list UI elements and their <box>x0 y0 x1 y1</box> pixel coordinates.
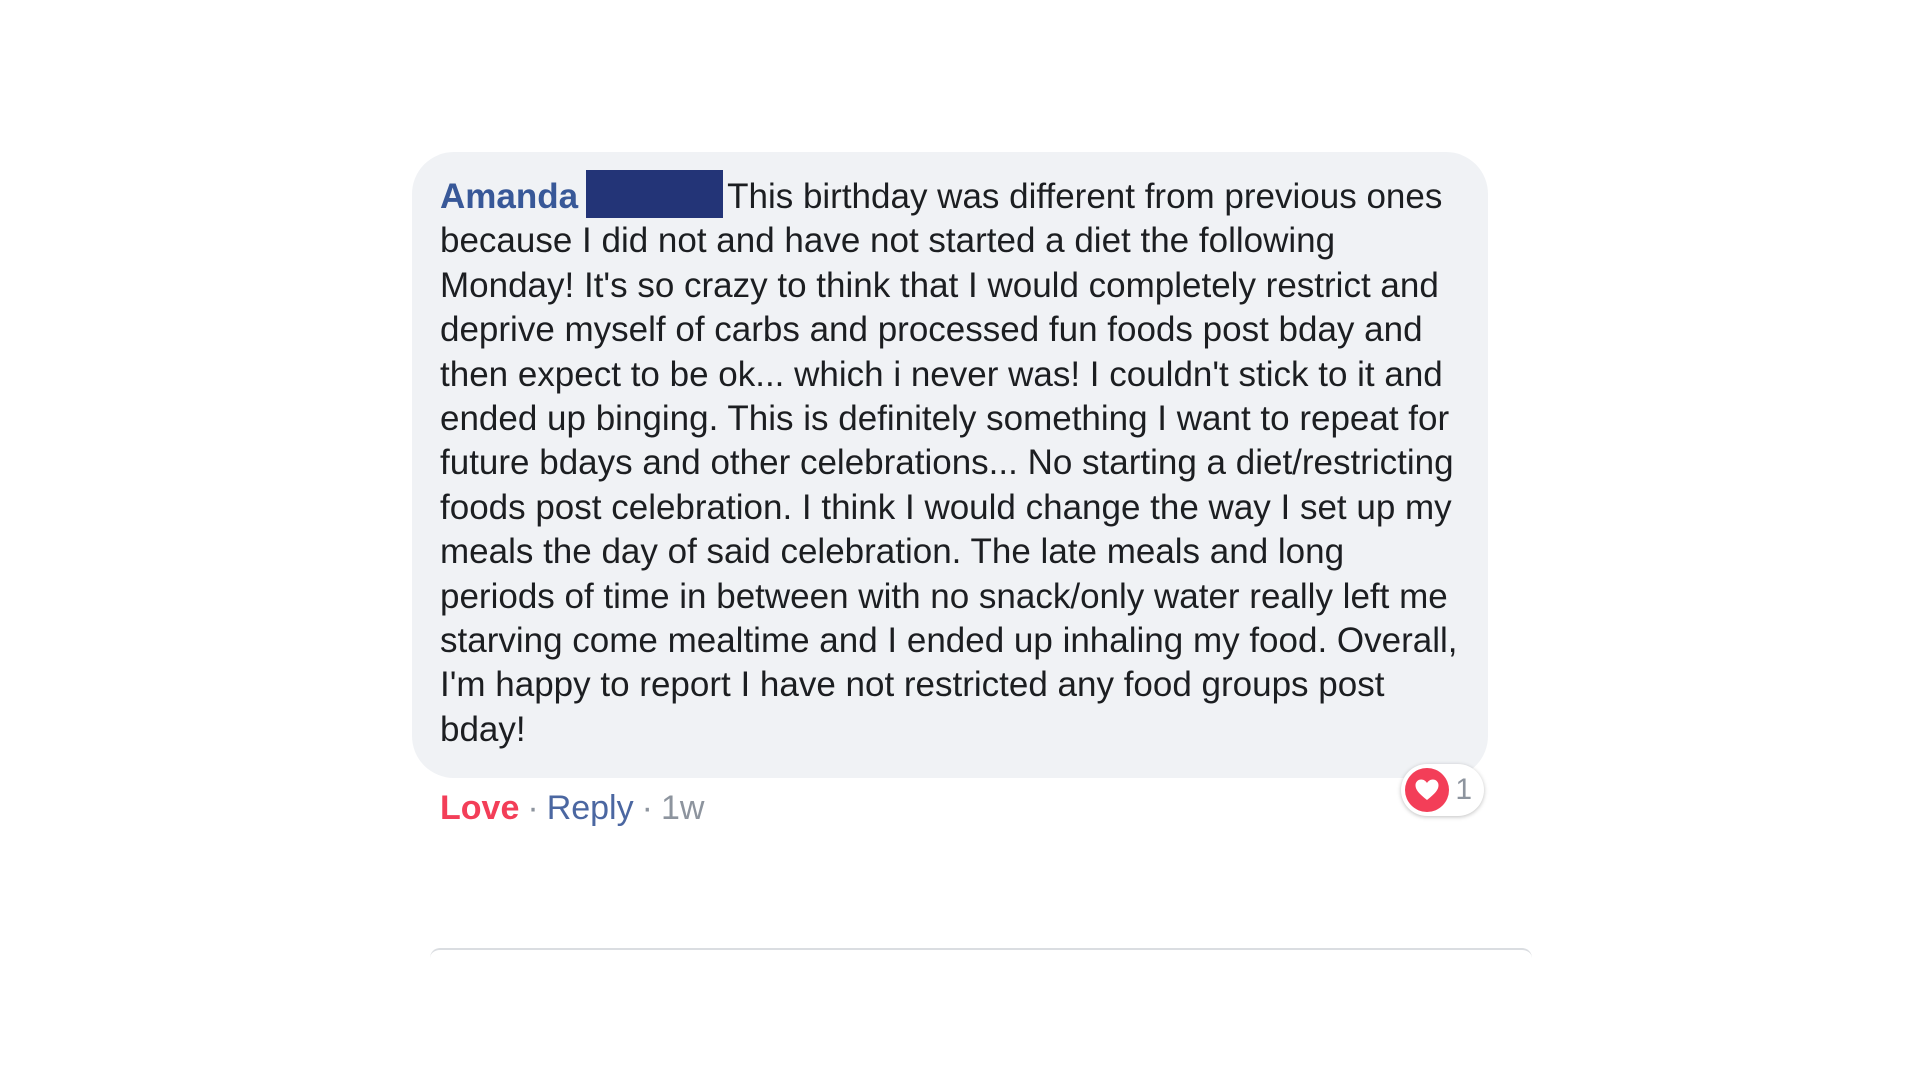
separator-dot: · <box>641 789 653 828</box>
comment-bubble: Amanda This birthday was different from p… <box>412 152 1488 817</box>
reaction-summary[interactable]: 1 <box>1401 764 1484 817</box>
heart-icon <box>1405 768 1450 813</box>
comment-author-name[interactable]: Amanda <box>440 177 578 216</box>
reply-button[interactable]: Reply <box>547 789 634 827</box>
comment-actions: Love · Reply · 1w <box>412 784 1488 832</box>
separator-dot: · <box>527 789 539 828</box>
redacted-surname <box>586 170 724 218</box>
comment-timestamp[interactable]: 1w <box>661 789 704 827</box>
reaction-count: 1 <box>1455 773 1472 807</box>
comment-text: This birthday was different from previou… <box>440 177 1458 749</box>
section-divider <box>430 948 1532 962</box>
page: Amanda This birthday was different from p… <box>0 0 1920 1080</box>
comment: Amanda This birthday was different from p… <box>412 152 1488 832</box>
love-button[interactable]: Love <box>440 789 519 827</box>
